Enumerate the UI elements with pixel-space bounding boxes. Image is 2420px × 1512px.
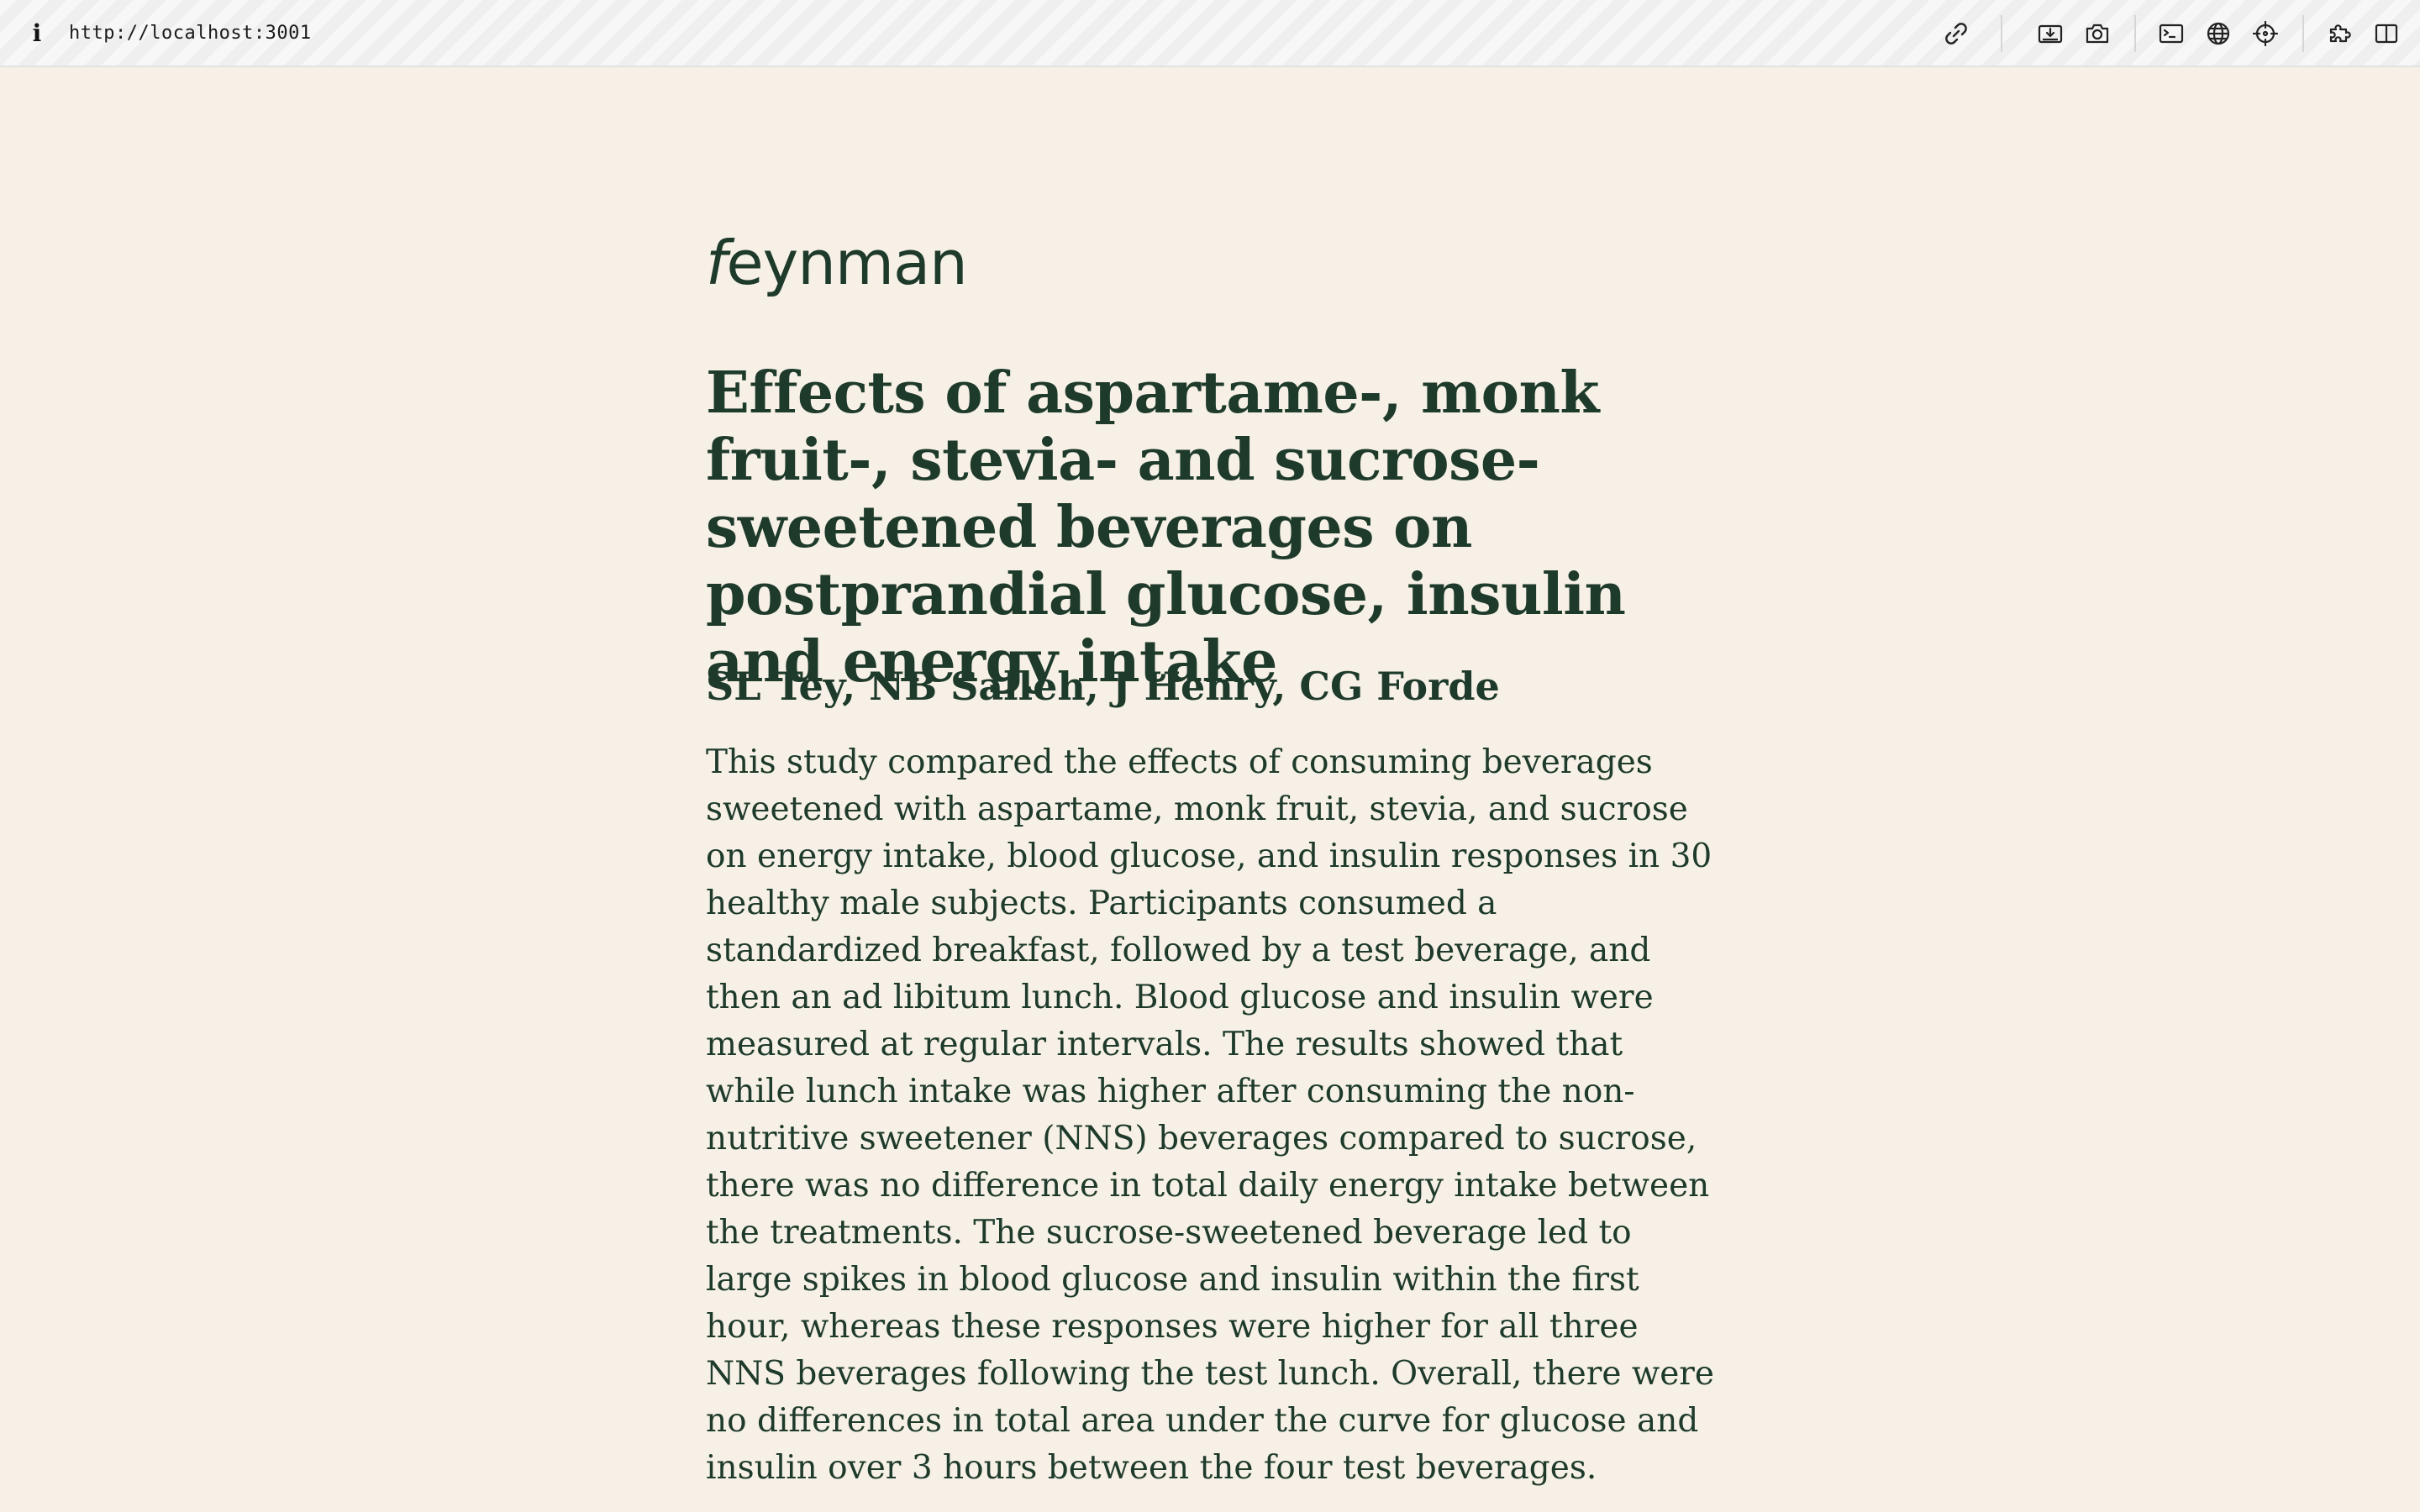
toolbar-divider	[2302, 15, 2304, 52]
camera-icon[interactable]	[2082, 18, 2112, 49]
logo-italic-f: f	[706, 228, 727, 298]
toolbar-divider	[2001, 15, 2002, 52]
browser-toolbar: i http://localhost:3001	[0, 0, 2420, 67]
globe-icon[interactable]	[2203, 18, 2233, 49]
article-title: Effects of aspartame-, monk fruit-, stev…	[706, 360, 1626, 696]
terminal-icon[interactable]	[2156, 18, 2186, 49]
link-icon[interactable]	[1941, 18, 1971, 49]
logo-rest: eynman	[726, 228, 967, 298]
toolbar-divider	[2134, 15, 2136, 52]
article-abstract: This study compared the effects of consu…	[706, 743, 1715, 1487]
crosshair-icon[interactable]	[2250, 18, 2281, 49]
puzzle-icon[interactable]	[2326, 18, 2356, 49]
download-screenshot-icon[interactable]	[2035, 18, 2065, 49]
sidebar-toggle-icon[interactable]	[2371, 18, 2402, 49]
url-text[interactable]: http://localhost:3001	[69, 18, 312, 49]
article-authors: SL Tey, NB Salleh, J Henry, CG Forde	[706, 664, 1500, 709]
info-icon[interactable]: i	[29, 18, 45, 49]
site-logo[interactable]: feynman	[706, 225, 968, 301]
